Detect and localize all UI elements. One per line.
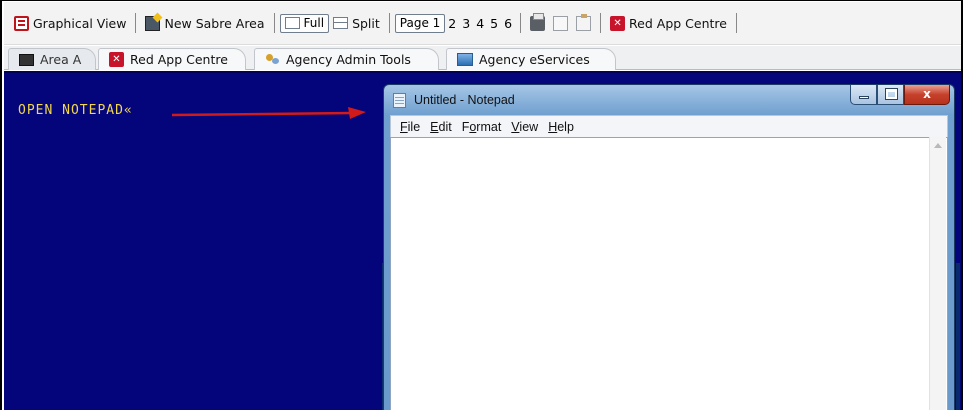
tab-agency-admin-tools[interactable]: Agency Admin Tools <box>254 48 439 70</box>
toolbar-separator <box>600 13 602 33</box>
minimize-icon <box>859 96 869 99</box>
graphical-view-icon <box>14 15 29 31</box>
red-app-icon: ✕ <box>109 52 124 67</box>
menu-mnemonic: E <box>430 119 439 134</box>
menu-label: rmat <box>476 119 502 134</box>
graphical-view-label: Graphical View <box>33 15 127 31</box>
tab-area-a[interactable]: Area A <box>8 48 96 70</box>
menu-label: iew <box>519 119 539 134</box>
full-view-icon <box>284 17 300 29</box>
arrow-shaft <box>171 111 353 117</box>
split-view-button[interactable]: Split <box>329 12 384 34</box>
eservices-icon <box>457 53 473 66</box>
keys-icon <box>265 52 280 67</box>
tab-label: Area A <box>40 52 82 67</box>
window-controls: x <box>850 85 950 106</box>
pointer-arrow <box>171 107 366 119</box>
tab-bar: Area A ✕ Red App Centre Agency Admin Too… <box>4 46 961 70</box>
close-icon: x <box>923 87 931 101</box>
graphical-view-button[interactable]: Graphical View <box>10 12 130 34</box>
command-line: OPEN NOTEPAD« <box>18 103 133 118</box>
toolbar-separator <box>520 13 522 33</box>
scroll-up-arrow-icon[interactable] <box>934 143 942 148</box>
print-icon <box>530 12 546 31</box>
new-sabre-area-label: New Sabre Area <box>164 15 265 31</box>
menu-view[interactable]: View <box>506 120 543 134</box>
menu-format[interactable]: Format <box>457 120 507 134</box>
print-button[interactable] <box>526 12 549 34</box>
minimize-button[interactable] <box>850 85 877 105</box>
toolbar-separator <box>735 13 737 33</box>
page-1-label: Page 1 <box>399 16 441 30</box>
main-toolbar: Graphical View New Sabre Area Full Split… <box>4 2 961 45</box>
page-2-button[interactable]: 2 <box>445 16 459 31</box>
red-app-icon: ✕ <box>610 15 626 31</box>
page-1-button[interactable]: Page 1 <box>394 13 446 33</box>
page-5-button[interactable]: 5 <box>487 16 501 31</box>
paste-icon <box>576 13 592 31</box>
copy-icon <box>553 15 569 31</box>
red-app-centre-button[interactable]: ✕ Red App Centre <box>606 12 731 34</box>
full-view-label: Full <box>303 16 325 30</box>
full-view-button[interactable]: Full <box>279 13 330 33</box>
menu-file[interactable]: File <box>395 120 425 134</box>
menu-help[interactable]: Help <box>543 120 579 134</box>
terminal-scroll-right <box>956 263 960 410</box>
toolbar-separator <box>388 13 390 33</box>
terminal-icon <box>19 53 34 66</box>
split-view-icon <box>333 17 349 29</box>
tab-label: Agency eServices <box>479 52 590 67</box>
notepad-window: Untitled - Notepad x File Edit Format Vi… <box>383 84 955 410</box>
arrow-head <box>348 107 366 119</box>
notepad-menubar: File Edit Format View Help <box>390 115 948 137</box>
red-app-centre-label: Red App Centre <box>629 15 727 31</box>
close-button[interactable]: x <box>904 85 950 105</box>
tab-label: Agency Admin Tools <box>286 52 411 67</box>
new-area-icon <box>145 15 161 31</box>
toolbar-separator <box>135 13 137 33</box>
split-view-label: Split <box>352 15 380 31</box>
maximize-icon <box>885 88 898 100</box>
toolbar-separator <box>273 13 275 33</box>
paste-button[interactable] <box>572 12 595 34</box>
menu-label: ile <box>407 119 421 134</box>
sabre-window: Graphical View New Sabre Area Full Split… <box>0 0 963 410</box>
menu-mnemonic: F <box>400 119 408 134</box>
tab-red-app-centre[interactable]: ✕ Red App Centre <box>98 48 246 70</box>
page-6-button[interactable]: 6 <box>501 16 515 31</box>
menu-edit[interactable]: Edit <box>425 120 457 134</box>
page-4-button[interactable]: 4 <box>473 16 487 31</box>
menu-label: dit <box>438 119 452 134</box>
new-sabre-area-button[interactable]: New Sabre Area <box>141 12 268 34</box>
vertical-scrollbar[interactable] <box>929 137 946 410</box>
notepad-icon <box>393 93 406 108</box>
notepad-text-area[interactable] <box>390 137 948 410</box>
menu-mnemonic: H <box>548 119 558 134</box>
toolbar-row: Graphical View New Sabre Area Full Split… <box>10 12 742 34</box>
tab-agency-eservices[interactable]: Agency eServices <box>446 48 616 70</box>
notepad-title: Untitled - Notepad <box>414 93 515 107</box>
menu-label: elp <box>557 119 574 134</box>
page-3-button[interactable]: 3 <box>459 16 473 31</box>
notepad-titlebar[interactable]: Untitled - Notepad x <box>384 85 954 115</box>
maximize-button[interactable] <box>877 85 904 105</box>
tab-label: Red App Centre <box>130 52 228 67</box>
copy-button[interactable] <box>549 12 572 34</box>
